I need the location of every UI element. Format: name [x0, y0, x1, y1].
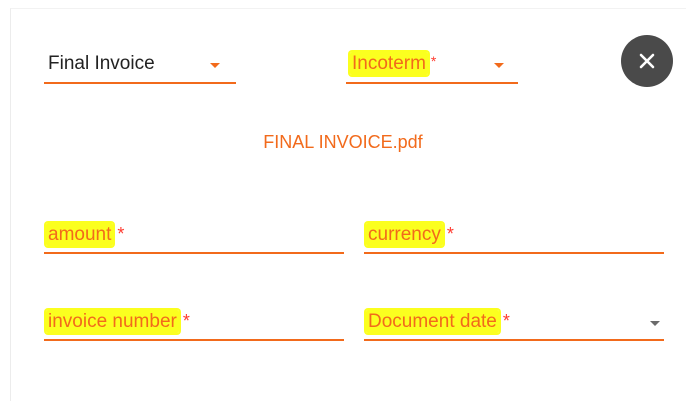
document-date-label-wrap: Document date * — [366, 309, 510, 334]
caret-down-icon — [210, 63, 220, 68]
currency-required-mark: * — [446, 224, 454, 244]
file-name-link[interactable]: FINAL INVOICE.pdf — [0, 132, 686, 153]
invoice-number-label-wrap: invoice number * — [46, 309, 190, 334]
currency-input[interactable]: currency * — [364, 210, 664, 254]
close-icon — [639, 53, 655, 69]
currency-label-wrap: currency * — [366, 222, 454, 247]
currency-placeholder: currency — [366, 223, 443, 246]
document-date-required-mark: * — [502, 311, 510, 331]
amount-input[interactable]: amount * — [44, 210, 344, 254]
document-date-placeholder: Document date — [366, 310, 499, 333]
caret-down-icon — [494, 63, 504, 68]
amount-placeholder: amount — [46, 223, 114, 246]
incoterm-required-mark: * — [430, 53, 437, 69]
amount-label-wrap: amount * — [46, 222, 124, 247]
document-type-select[interactable]: Final Invoice — [44, 44, 236, 84]
invoice-number-required-mark: * — [182, 311, 190, 331]
amount-required-mark: * — [117, 224, 125, 244]
close-button[interactable] — [621, 35, 673, 87]
incoterm-placeholder: Incoterm — [350, 52, 428, 75]
incoterm-select[interactable]: Incoterm * — [346, 44, 518, 84]
document-date-select[interactable]: Document date * — [364, 297, 664, 341]
document-type-value: Final Invoice — [48, 53, 155, 74]
incoterm-label-wrap: Incoterm * — [350, 52, 436, 76]
invoice-number-input[interactable]: invoice number * — [44, 297, 344, 341]
caret-down-icon — [650, 321, 660, 326]
invoice-number-placeholder: invoice number — [46, 310, 179, 333]
